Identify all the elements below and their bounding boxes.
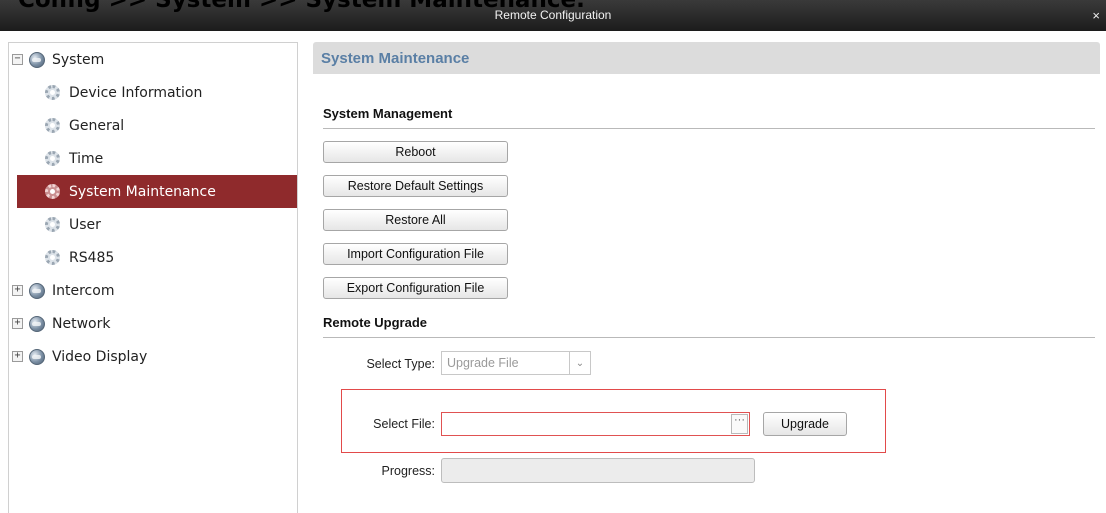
- expand-icon[interactable]: +: [12, 351, 23, 362]
- tree-item-user[interactable]: User: [9, 208, 297, 241]
- system-management-title: System Management: [323, 106, 453, 121]
- globe-icon: [29, 282, 45, 299]
- restore-all-button[interactable]: Restore All: [323, 209, 508, 231]
- chevron-down-icon[interactable]: ⌄: [569, 352, 590, 374]
- tree-item-intercom[interactable]: + Intercom: [9, 274, 297, 307]
- tree-item-video-display[interactable]: + Video Display: [9, 340, 297, 373]
- main-panel: System Maintenance System Management Reb…: [313, 42, 1106, 513]
- select-file-label: Select File:: [373, 417, 435, 431]
- tree-item-label: General: [69, 117, 125, 134]
- section-title: System Maintenance: [313, 42, 1100, 74]
- tree-item-network[interactable]: + Network: [9, 307, 297, 340]
- divider: [323, 128, 1095, 129]
- export-configuration-file-button[interactable]: Export Configuration File: [323, 277, 508, 299]
- globe-icon: [29, 315, 45, 332]
- gear-icon: [45, 151, 60, 166]
- select-type-value: Upgrade File: [447, 356, 519, 370]
- page-caption: Config >> System >> System Maintenance.: [18, 0, 585, 13]
- gear-icon: [45, 85, 60, 100]
- tree-item-time[interactable]: Time: [9, 142, 297, 175]
- divider: [323, 337, 1095, 338]
- gear-icon: [45, 250, 60, 265]
- remote-upgrade-title: Remote Upgrade: [323, 315, 428, 330]
- tree-item-label: User: [69, 216, 101, 233]
- upgrade-progress-bar: [441, 458, 755, 483]
- tree-item-system-maintenance[interactable]: System Maintenance: [17, 175, 297, 208]
- select-type-dropdown[interactable]: Upgrade File ⌄: [441, 351, 591, 375]
- globe-icon: [29, 348, 45, 365]
- tree-item-label: Time: [69, 150, 104, 167]
- tree-item-label: Device Information: [69, 84, 203, 101]
- select-file-input[interactable]: [441, 412, 750, 436]
- tree-item-label: System Maintenance: [69, 183, 216, 200]
- expand-icon[interactable]: +: [12, 285, 23, 296]
- gear-icon: [45, 118, 60, 133]
- expand-icon[interactable]: +: [12, 318, 23, 329]
- import-configuration-file-button[interactable]: Import Configuration File: [323, 243, 508, 265]
- tree-item-general[interactable]: General: [9, 109, 297, 142]
- progress-label: Progress:: [381, 464, 436, 478]
- tree-item-system[interactable]: − System: [9, 43, 297, 76]
- close-icon[interactable]: ×: [1092, 8, 1100, 23]
- tree-item-label: System: [52, 51, 105, 68]
- gear-icon: [45, 184, 60, 199]
- tree-item-label: RS485: [69, 249, 115, 266]
- tree-item-label: Intercom: [52, 282, 115, 299]
- globe-icon: [29, 51, 45, 68]
- upgrade-button[interactable]: Upgrade: [763, 412, 847, 436]
- tree-item-device-information[interactable]: Device Information: [9, 76, 297, 109]
- tree-item-label: Video Display: [52, 348, 148, 365]
- restore-default-settings-button[interactable]: Restore Default Settings: [323, 175, 508, 197]
- collapse-icon[interactable]: −: [12, 54, 23, 65]
- reboot-button[interactable]: Reboot: [323, 141, 508, 163]
- select-type-label: Select Type:: [366, 357, 435, 371]
- browse-icon[interactable]: ···: [731, 414, 748, 434]
- tree-item-rs485[interactable]: RS485: [9, 241, 297, 274]
- tree-item-label: Network: [52, 315, 111, 332]
- gear-icon: [45, 217, 60, 232]
- navigation-tree: − System Device Information General Time…: [8, 42, 298, 513]
